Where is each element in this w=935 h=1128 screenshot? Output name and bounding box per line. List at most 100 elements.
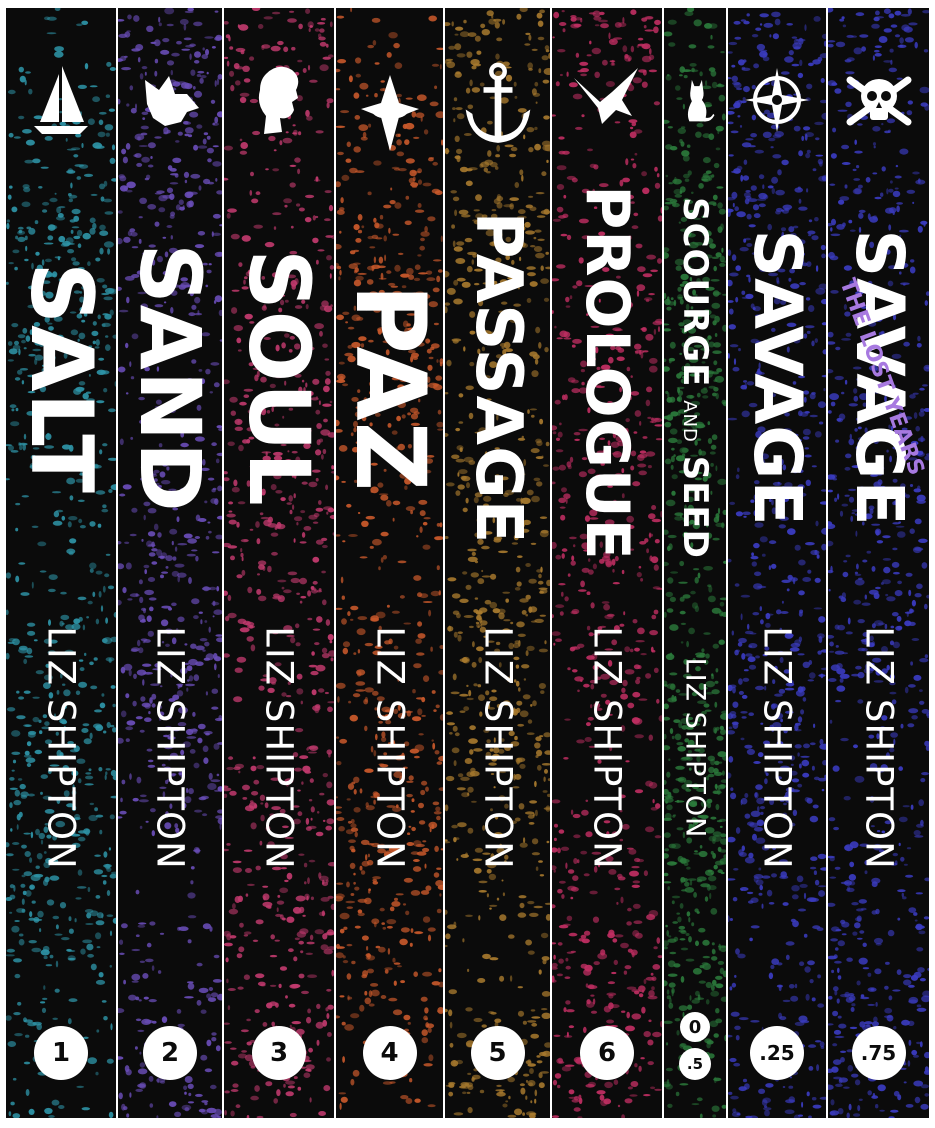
speckle-dot <box>380 995 387 999</box>
speckle-dot <box>194 51 201 58</box>
speckle-dot <box>678 1005 688 1011</box>
speckle-dot <box>260 983 266 987</box>
speckle-dot <box>135 1018 142 1022</box>
speckle-dot <box>37 910 44 918</box>
speckle-dot <box>541 956 550 961</box>
speckle-dot <box>98 972 104 978</box>
speckle-dot <box>265 1081 273 1087</box>
speckle-dot <box>495 53 500 60</box>
speckle-dot <box>8 1111 12 1117</box>
speckle-dot <box>372 40 377 46</box>
speckle-dot <box>269 984 277 987</box>
speckle-dot <box>357 912 365 917</box>
speckle-dot <box>508 934 515 939</box>
speckle-dot <box>336 68 341 73</box>
speckle-dot <box>43 955 48 960</box>
speckle-dot <box>371 17 381 23</box>
speckle-dot <box>448 45 456 50</box>
speckle-dot <box>715 983 724 989</box>
speckle-dot <box>81 143 84 148</box>
series-number-badge-top: 0 <box>680 1012 710 1042</box>
speckle-dot <box>509 975 513 982</box>
speckle-dot <box>710 908 718 915</box>
speckle-dot <box>445 909 448 915</box>
speckle-dot <box>540 932 549 939</box>
speckle-dot <box>18 66 24 73</box>
speckle-dot <box>580 934 587 939</box>
speckle-dot <box>392 1009 403 1016</box>
speckle-dot <box>638 993 644 998</box>
speckle-dot <box>285 1091 294 1097</box>
speckle-dot <box>232 1083 239 1088</box>
speckle-dot <box>187 1101 195 1104</box>
book-spine-soul[interactable]: SOUL LIZ SHIPTON 3 <box>224 8 334 1118</box>
speckle-dot <box>669 951 677 955</box>
speckle-dot <box>410 928 414 933</box>
speckle-dot <box>425 1022 430 1028</box>
speckle-dot <box>73 154 79 158</box>
speckle-dot <box>502 19 506 25</box>
book-spine-sand[interactable]: SAND LIZ SHIPTON 2 <box>118 8 222 1118</box>
speckle-dot <box>668 42 676 47</box>
book-spine-savage[interactable]: SAVAGE LIZ SHIPTON .25 <box>728 8 826 1118</box>
speckle-dot <box>638 1065 642 1072</box>
speckle-dot <box>620 942 629 949</box>
speckle-dot <box>156 1115 159 1118</box>
speckle-dot <box>276 907 279 912</box>
speckle-dot <box>632 903 641 909</box>
speckle-dot <box>594 24 600 27</box>
speckle-dot <box>225 34 230 39</box>
speckle-dot <box>7 89 16 95</box>
speckle-dot <box>559 22 567 26</box>
speckle-dot <box>279 966 288 971</box>
speckle-dot <box>354 925 361 929</box>
speckle-dot <box>161 1016 168 1023</box>
book-spine-passage[interactable]: PASSAGE LIZ SHIPTON 5 <box>445 8 550 1118</box>
speckle-dot <box>691 999 700 1004</box>
speckle-dot <box>445 147 449 155</box>
speckle-dot <box>314 28 320 32</box>
speckle-dot <box>528 34 532 41</box>
speckle-dot <box>350 8 353 13</box>
speckle-dot <box>428 157 435 159</box>
speckle-dot <box>293 1076 298 1080</box>
speckle-dot <box>614 22 622 28</box>
speckle-dot <box>720 996 726 1002</box>
speckle-dot <box>556 1058 564 1064</box>
speckle-dot <box>648 990 655 997</box>
speckle-dot <box>665 1084 673 1090</box>
speckle-dot <box>715 1008 720 1014</box>
speckle-dot <box>638 985 646 993</box>
speckle-dot <box>428 1054 434 1062</box>
speckle-dot <box>666 930 669 937</box>
speckle-dot <box>211 1037 217 1042</box>
speckle-dot <box>212 122 219 126</box>
speckle-dot <box>189 53 192 60</box>
speckle-dot <box>816 1064 820 1072</box>
speckle-dot <box>273 1098 278 1104</box>
book-spine-salt[interactable]: SALT LIZ SHIPTON 1 <box>6 8 116 1118</box>
speckle-dot <box>647 1039 654 1046</box>
speckle-dot <box>347 995 350 1001</box>
speckle-dot <box>216 111 222 118</box>
speckle-dot <box>337 59 347 64</box>
speckle-dot <box>456 1032 467 1039</box>
speckle-dot <box>183 1085 188 1091</box>
speckle-dot <box>343 926 348 930</box>
speckle-dot <box>613 959 618 966</box>
speckle-dot <box>543 115 550 120</box>
speckle-dot <box>712 1114 717 1118</box>
book-spine-scourge-and-seed[interactable]: SCOURGE AND SEED LIZ SHIPTON 0 .5 <box>664 8 726 1118</box>
speckle-dot <box>108 1111 114 1118</box>
speckle-dot <box>18 933 24 937</box>
speckle-dot <box>709 1020 719 1028</box>
speckle-dot <box>494 1018 502 1023</box>
speckle-dot <box>558 924 569 929</box>
book-spine-paz[interactable]: PAZ LIZ SHIPTON 4 <box>336 8 443 1118</box>
speckle-dot <box>517 1010 525 1017</box>
speckle-dot <box>544 902 550 905</box>
book-title: PASSAGE <box>460 211 535 545</box>
speckle-dot <box>213 954 220 959</box>
speckle-dot <box>344 1024 354 1031</box>
book-spine-prologue[interactable]: PROLOGUE LIZ SHIPTON 6 <box>552 8 662 1118</box>
